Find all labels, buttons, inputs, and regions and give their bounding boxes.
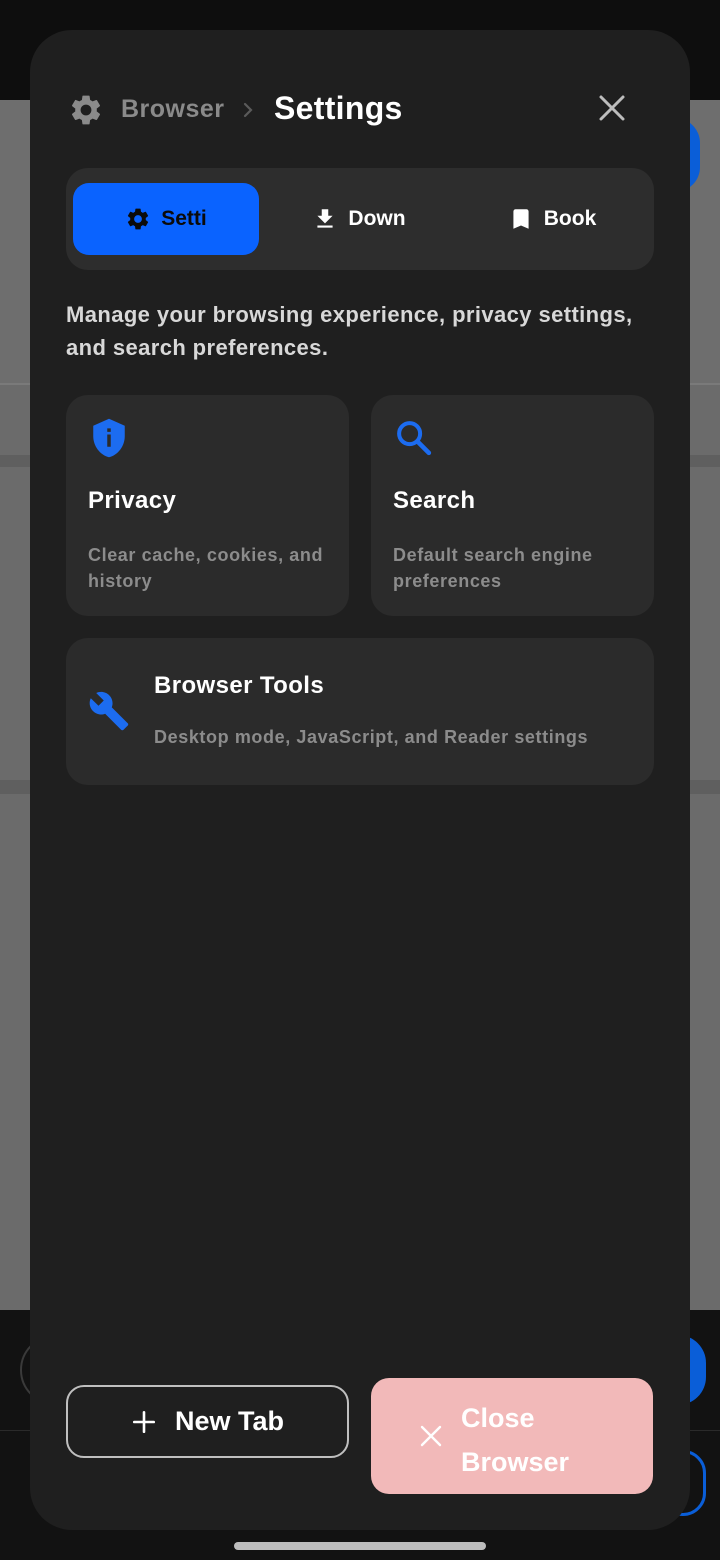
search-subtitle: Default search engine preferences <box>393 545 593 591</box>
new-tab-label: New Tab <box>174 1406 284 1436</box>
tab-settings[interactable]: Setti <box>73 183 259 255</box>
page-title: Settings <box>274 90 403 126</box>
privacy-subtitle: Clear cache, cookies, and history <box>88 545 324 591</box>
bookmark-icon <box>513 209 529 229</box>
tab-downloads[interactable]: Down <box>266 183 452 255</box>
wrench-icon <box>89 691 129 731</box>
plus-icon <box>132 1410 156 1433</box>
gear-icon <box>71 95 101 125</box>
close-browser-label: Close Browser <box>461 1403 570 1477</box>
tab-bookmarks[interactable]: Book <box>459 183 645 255</box>
browser-tools-card[interactable]: Browser Tools Desktop mode, JavaScript, … <box>66 638 654 785</box>
browser-tools-title: Browser Tools <box>154 672 325 699</box>
search-icon <box>397 421 432 456</box>
settings-description: Manage your browsing experience, privacy… <box>66 302 633 360</box>
home-indicator[interactable] <box>234 1542 486 1550</box>
breadcrumb-browser[interactable]: Browser <box>121 95 225 124</box>
search-card[interactable]: Search Default search engine preferences <box>371 395 654 616</box>
browser-settings-modal: Browser Settings Setti Down Book Manage … <box>30 30 690 1530</box>
search-title: Search <box>393 487 476 514</box>
download-icon <box>317 209 334 228</box>
tab-label: Down <box>348 207 406 230</box>
close-icon <box>420 1425 442 1447</box>
new-tab-button[interactable]: New Tab <box>66 1385 349 1458</box>
tab-label: Setti <box>161 207 207 230</box>
privacy-card[interactable]: Privacy Clear cache, cookies, and histor… <box>66 395 349 616</box>
settings-tabs: Setti Down Book <box>66 168 654 270</box>
privacy-title: Privacy <box>88 487 177 514</box>
shield-info-icon <box>93 418 125 458</box>
chevron-right-icon <box>243 102 253 118</box>
gear-icon <box>128 208 149 230</box>
browser-tools-subtitle: Desktop mode, JavaScript, and Reader set… <box>154 727 589 747</box>
close-icon[interactable] <box>596 92 628 124</box>
modal-header: Browser Settings <box>68 90 652 130</box>
tab-label: Book <box>543 207 597 230</box>
close-browser-button[interactable]: Close Browser <box>371 1378 653 1494</box>
